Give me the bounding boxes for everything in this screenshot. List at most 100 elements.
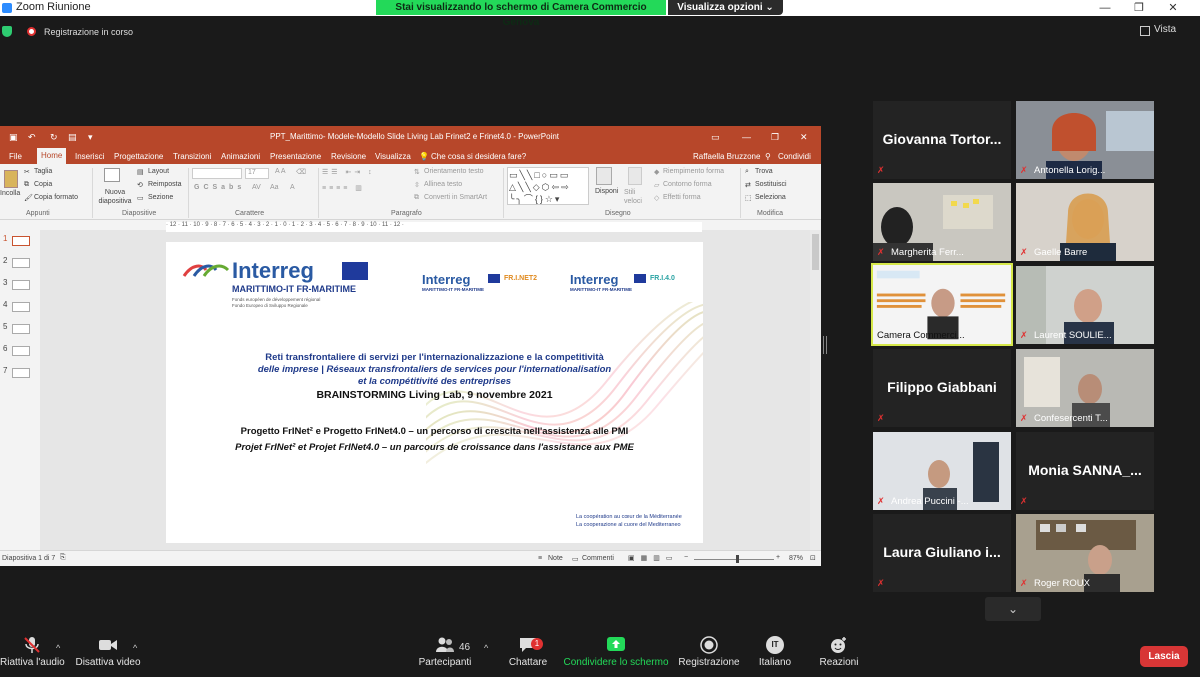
- font-color-icon[interactable]: A: [290, 184, 295, 191]
- ppt-close-icon[interactable]: ✕: [800, 132, 808, 142]
- split-divider-handle[interactable]: [823, 336, 827, 354]
- notes-button[interactable]: Note: [548, 555, 563, 562]
- new-slide-icon[interactable]: [104, 168, 120, 182]
- replace-button[interactable]: Sostituisci: [755, 181, 787, 188]
- paste-icon[interactable]: [4, 170, 18, 188]
- participant-tile[interactable]: ✗ Antonella Lorig...: [1016, 101, 1154, 179]
- current-slide[interactable]: Interreg MARITTIMO-IT FR-MARITIME Fonds …: [166, 242, 703, 543]
- qat-more-icon[interactable]: ▾: [88, 132, 93, 142]
- comments-button[interactable]: Commenti: [582, 555, 614, 562]
- spelling-icon[interactable]: ⎘: [60, 554, 66, 562]
- zoom-slider[interactable]: [694, 559, 774, 560]
- audio-options-caret[interactable]: ^: [56, 643, 60, 653]
- select-button[interactable]: Seleziona: [755, 194, 786, 201]
- font-size-input[interactable]: 17: [245, 168, 269, 179]
- chat-button[interactable]: Chattare: [505, 636, 551, 668]
- reactions-button[interactable]: Reazioni: [815, 636, 863, 668]
- present-icon[interactable]: ▤: [68, 132, 77, 142]
- maximize-button[interactable]: ❐: [1126, 0, 1152, 16]
- slide-thumbnail[interactable]: [12, 346, 30, 356]
- participant-tile[interactable]: ✗ Laurent SOULIE...: [1016, 266, 1154, 344]
- minimize-button[interactable]: —: [1092, 0, 1118, 16]
- tab-view[interactable]: Visualizza: [375, 151, 411, 162]
- shape-effects-button[interactable]: Effetti forma: [663, 194, 701, 201]
- record-button[interactable]: Registrazione: [676, 636, 742, 668]
- slide-thumbnail[interactable]: [12, 280, 30, 290]
- slide-thumbnail[interactable]: [12, 368, 30, 378]
- align-icons[interactable]: ≡≡≡≡ ▥: [322, 184, 365, 192]
- section-button[interactable]: Sezione: [148, 194, 173, 201]
- participant-tile-active-speaker[interactable]: ✗ Camera Commerci...: [871, 263, 1013, 346]
- shape-fill-button[interactable]: Riempimento forma: [663, 168, 724, 175]
- view-button[interactable]: Vista: [1154, 24, 1176, 35]
- quick-styles-button[interactable]: Stili veloci: [624, 188, 650, 206]
- participant-tile[interactable]: ✗ Confesercenti T...: [1016, 349, 1154, 427]
- redo-icon[interactable]: ↻: [50, 132, 58, 142]
- tab-transitions[interactable]: Transizioni: [173, 151, 211, 162]
- tab-file[interactable]: File: [9, 151, 22, 162]
- undo-icon[interactable]: ↶: [28, 132, 36, 142]
- shape-outline-button[interactable]: Contorno forma: [663, 181, 712, 188]
- participants-options-caret[interactable]: ^: [484, 643, 488, 653]
- participant-tile[interactable]: Filippo Giabbani ✗: [873, 349, 1011, 427]
- ppt-minimize-icon[interactable]: —: [742, 132, 751, 142]
- arrange-button[interactable]: Disponi: [595, 188, 618, 195]
- ppt-restore-icon[interactable]: ❐: [771, 132, 779, 142]
- tab-review[interactable]: Revisione: [331, 151, 366, 162]
- view-options-button[interactable]: Visualizza opzioni ⌄: [668, 0, 783, 15]
- zoom-slider-thumb[interactable]: [736, 555, 739, 563]
- font-grow-icon[interactable]: A A: [275, 168, 286, 175]
- layout-button[interactable]: Layout: [148, 168, 169, 175]
- tab-animations[interactable]: Animazioni: [221, 151, 260, 162]
- encryption-shield-icon[interactable]: [2, 26, 12, 37]
- participant-tile[interactable]: ✗ Roger ROUX: [1016, 514, 1154, 592]
- zoom-level[interactable]: 87%: [789, 555, 803, 562]
- close-button[interactable]: ✕: [1160, 0, 1186, 16]
- participant-tile[interactable]: Giovanna Tortor... ✗: [873, 101, 1011, 179]
- tab-design[interactable]: Progettazione: [114, 151, 163, 162]
- save-icon[interactable]: ▣: [9, 132, 18, 142]
- view-mode-buttons[interactable]: ▣▦▥▭: [628, 554, 678, 562]
- font-spacing-icon[interactable]: AV: [252, 184, 261, 191]
- text-direction-button[interactable]: Orientamento testo: [424, 168, 484, 175]
- reset-button[interactable]: Reimposta: [148, 181, 181, 188]
- cut-button[interactable]: Taglia: [34, 168, 52, 175]
- copy-button[interactable]: Copia: [34, 181, 52, 188]
- tab-insert[interactable]: Inserisci: [75, 151, 104, 162]
- clear-format-icon[interactable]: ⌫: [296, 168, 306, 176]
- slide-thumbnail[interactable]: [12, 258, 30, 268]
- shapes-gallery[interactable]: ▭╲╲□○▭▭ △╲╲◇⬡⇦⇨ ╰╮⌒{}☆▾: [507, 167, 589, 205]
- tab-home[interactable]: Home: [37, 148, 67, 164]
- format-painter-button[interactable]: Copia formato: [34, 194, 78, 201]
- participant-tile[interactable]: ✗ Margherita Ferr...: [873, 183, 1011, 261]
- vertical-scrollbar[interactable]: [810, 230, 821, 550]
- zoom-out-button[interactable]: −: [684, 554, 688, 561]
- arrange-icon[interactable]: [596, 167, 612, 185]
- tab-slideshow[interactable]: Presentazione: [270, 151, 321, 162]
- fit-slide-icon[interactable]: ⊡: [810, 554, 816, 562]
- grid-view-icon[interactable]: [1140, 26, 1150, 36]
- slide-thumbnail[interactable]: [12, 302, 30, 312]
- slide-thumbnail[interactable]: [12, 324, 30, 334]
- font-name-input[interactable]: [192, 168, 242, 179]
- leave-meeting-button[interactable]: Lascia: [1140, 646, 1188, 667]
- smartart-button[interactable]: Converti in SmartArt: [424, 194, 487, 201]
- ribbon-display-icon[interactable]: ▭: [711, 132, 720, 142]
- font-style-buttons[interactable]: GCSabs: [194, 184, 245, 191]
- align-text-button[interactable]: Allinea testo: [424, 181, 462, 188]
- paste-button[interactable]: Incolla: [0, 190, 20, 197]
- ppt-share-button[interactable]: Condividi: [778, 151, 811, 162]
- slide-thumbnail[interactable]: [12, 236, 30, 246]
- video-options-caret[interactable]: ^: [133, 643, 137, 653]
- participant-tile[interactable]: ✗ Gaelle Barre: [1016, 183, 1154, 261]
- participant-tile[interactable]: Laura Giuliano i... ✗: [873, 514, 1011, 592]
- find-button[interactable]: Trova: [755, 168, 773, 175]
- share-screen-button[interactable]: Condividere lo schermo: [562, 636, 670, 668]
- unmute-button[interactable]: Riattiva l'audio: [0, 636, 65, 668]
- interpretation-button[interactable]: IT Italiano: [752, 636, 798, 668]
- participant-tile[interactable]: ✗ Andrea Puccini -...: [873, 432, 1011, 510]
- new-slide-button[interactable]: Nuova diapositiva: [96, 188, 134, 206]
- scrollbar-thumb[interactable]: [812, 234, 819, 270]
- zoom-in-button[interactable]: +: [776, 554, 780, 561]
- change-case-icon[interactable]: Aa: [270, 184, 279, 191]
